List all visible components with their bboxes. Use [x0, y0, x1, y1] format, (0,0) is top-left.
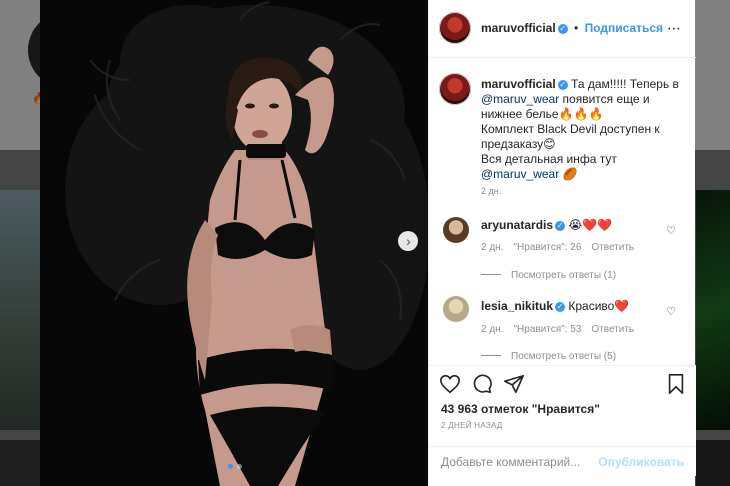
caption-username[interactable]: maruvofficial [481, 77, 556, 91]
carousel-dot [237, 464, 242, 469]
heart-icon[interactable]: ♡ [666, 224, 676, 237]
comment-text: lesia_nikituk ✓ Красиво❤️ [481, 299, 629, 313]
carousel-dot-active [228, 464, 233, 469]
more-options-icon[interactable]: ⋯ [667, 20, 682, 37]
comment-likes[interactable]: "Нравится": 53 [513, 324, 581, 335]
carousel-indicator [228, 464, 242, 469]
post-sidebar: maruvofficial ✓ • Подписаться ⋯ maruvoffi… [428, 0, 696, 486]
comment-body: Красиво❤️ [568, 299, 630, 313]
share-icon[interactable] [503, 373, 525, 395]
view-replies-button[interactable]: Посмотреть ответы (5) [481, 351, 616, 362]
commenter-avatar[interactable] [443, 217, 469, 243]
post-photo-illustration [40, 0, 428, 486]
comment-time[interactable]: 2 дн. [481, 324, 503, 335]
caption-text: Вся детальная инфа тут [481, 152, 617, 166]
comment-meta: 2 дн. "Нравится": 53 Ответить [481, 324, 644, 335]
caption-avatar[interactable] [439, 73, 471, 105]
likes-count[interactable]: 43 963 отметок "Нравится" [441, 402, 600, 416]
post-modal: › maruvofficial ✓ • Подписаться ⋯ maruvof… [40, 0, 696, 486]
reply-button[interactable]: Ответить [591, 242, 634, 253]
comment-input[interactable] [441, 455, 601, 469]
caption-emoji: 🏉 [559, 167, 578, 181]
separator-dot: • [574, 21, 579, 35]
caption-mention[interactable]: @maruv_wear [481, 92, 559, 106]
heart-icon[interactable]: ♡ [666, 305, 676, 318]
commenter-username[interactable]: lesia_nikituk [481, 299, 553, 313]
publish-button[interactable]: Опубликовать [598, 455, 684, 469]
post-date[interactable]: 2 ДНЕЙ НАЗАД [441, 421, 503, 430]
comment-likes[interactable]: "Нравится": 26 [513, 242, 581, 253]
verified-icon: ✓ [555, 221, 566, 231]
post-caption: maruvofficial ✓ Та дам!!!!! Теперь в @mar… [481, 77, 686, 182]
follow-button[interactable]: Подписаться [585, 21, 663, 35]
caption-timestamp[interactable]: 2 дн. [481, 186, 501, 196]
comment-body: 😭❤️❤️ [568, 218, 613, 232]
reply-button[interactable]: Ответить [591, 324, 634, 335]
caption-text: Та дам!!!!! Теперь в [571, 77, 679, 91]
verified-icon: ✓ [555, 302, 566, 312]
add-comment-bar: Опубликовать [429, 446, 696, 477]
caption-mention[interactable]: @maruv_wear [481, 167, 559, 181]
caption-text: Комплект Black Devil доступен к предзака… [481, 122, 660, 151]
post-actions: 43 963 отметок "Нравится" 2 ДНЕЙ НАЗАД О… [429, 365, 696, 476]
bookmark-icon[interactable] [665, 373, 687, 395]
chevron-right-icon: › [406, 233, 411, 249]
verified-icon: ✓ [557, 80, 568, 90]
post-header: maruvofficial ✓ • Подписаться ⋯ [429, 0, 696, 58]
commenter-avatar[interactable] [443, 296, 469, 322]
comment-text: aryunatardis ✓ 😭❤️❤️ [481, 218, 612, 232]
commenter-username[interactable]: aryunatardis [481, 218, 553, 232]
verified-icon: ✓ [557, 24, 568, 34]
comment-meta: 2 дн. "Нравится": 26 Ответить [481, 242, 644, 253]
author-username[interactable]: maruvofficial [481, 21, 556, 35]
post-photo[interactable]: › [40, 0, 428, 486]
author-row: maruvofficial ✓ • Подписаться [481, 21, 663, 35]
comment-icon[interactable] [471, 373, 493, 395]
heart-icon[interactable] [439, 373, 461, 395]
next-photo-button[interactable]: › [398, 231, 418, 251]
comment-time[interactable]: 2 дн. [481, 242, 503, 253]
view-replies-button[interactable]: Посмотреть ответы (1) [481, 270, 616, 281]
author-avatar[interactable] [439, 12, 471, 44]
